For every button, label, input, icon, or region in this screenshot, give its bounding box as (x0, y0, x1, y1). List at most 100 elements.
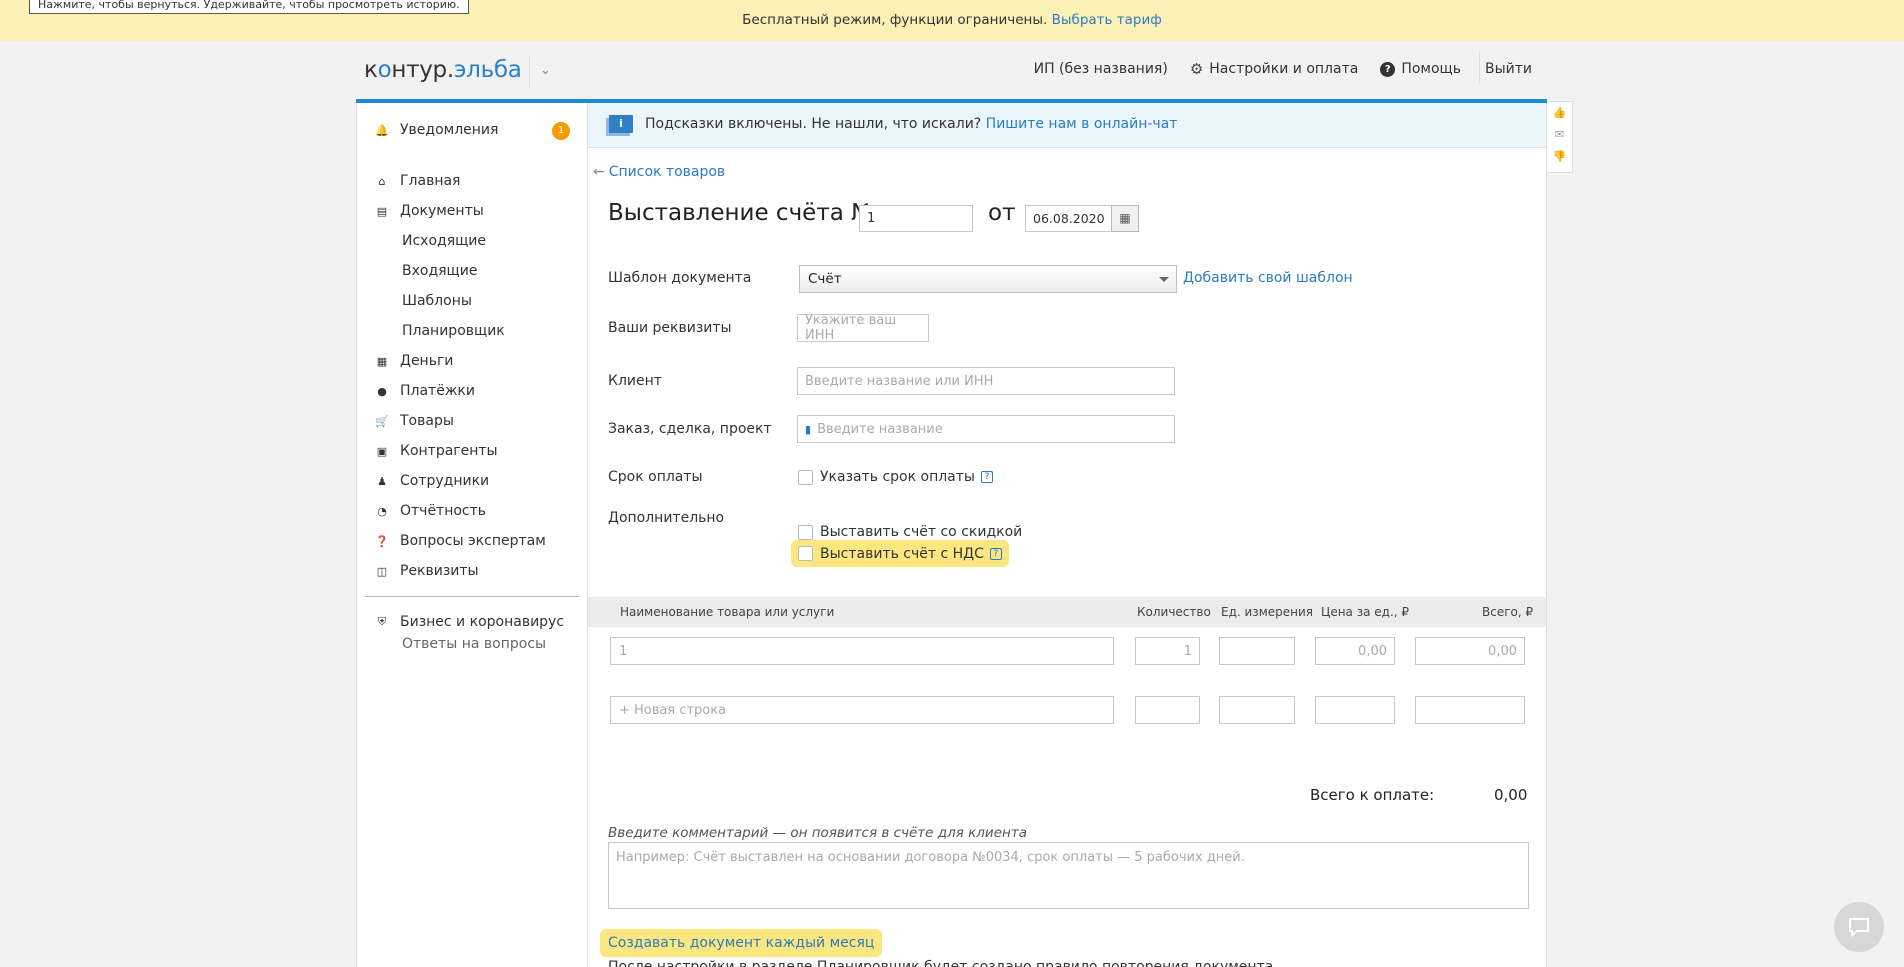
chat-button[interactable] (1834, 902, 1884, 952)
sidebar-item-money[interactable]: ▦ Деньги (375, 353, 454, 369)
due-label: Срок оплаты (608, 469, 703, 485)
template-select[interactable]: Счёт (799, 265, 1177, 293)
col-name-header: Наименование товара или услуги (620, 605, 835, 619)
product-switcher[interactable]: ⌄ (529, 57, 551, 87)
chevron-down-icon: ⌄ (540, 63, 551, 78)
logout-link[interactable]: Выйти (1485, 61, 1532, 77)
extra-label: Дополнительно (608, 510, 725, 526)
hint-text: Подсказки включены. Не нашли, что искали… (645, 116, 982, 132)
hints-banner: i Подсказки включены. Не нашли, что иска… (588, 103, 1546, 148)
document-icon: ▤ (376, 204, 388, 218)
chat-bubble-icon (1849, 918, 1869, 938)
main-content: i Подсказки включены. Не нашли, что иска… (587, 103, 1547, 967)
free-mode-text: Бесплатный режим, функции ограничены. (742, 12, 1048, 28)
help-link[interactable]: ? Помощь (1380, 61, 1461, 77)
client-label: Клиент (608, 373, 662, 389)
question-circle-icon: ❓ (375, 534, 389, 548)
sidebar-divider (365, 596, 579, 597)
new-row-unit-input[interactable] (1219, 696, 1295, 724)
thumbs-up-icon[interactable]: 👍 (1547, 102, 1572, 124)
template-label: Шаблон документа (608, 270, 752, 286)
header-divider (1479, 51, 1480, 83)
total-label: Всего к оплате: (1310, 786, 1435, 804)
order-label: Заказ, сделка, проект (608, 421, 772, 437)
cart-icon: 🛒 (375, 414, 389, 428)
online-chat-link[interactable]: Пишите нам в онлайн-чат (986, 116, 1178, 132)
sidebar-item-notifications[interactable]: 🔔 Уведомления (375, 122, 498, 138)
home-icon: ⌂ (378, 174, 386, 188)
col-qty-header: Количество (1137, 605, 1211, 619)
help-icon[interactable]: ? (980, 471, 993, 483)
items-table-header: Наименование товара или услуги Количеств… (588, 597, 1546, 627)
vat-checkbox[interactable] (798, 546, 813, 561)
report-icon: ◔ (377, 504, 387, 518)
new-row-price-input[interactable] (1315, 696, 1395, 724)
sidebar-item-goods[interactable]: 🛒 Товары (375, 413, 454, 429)
inn-input[interactable]: Укажите ваш ИНН (797, 313, 929, 343)
vat-checkbox-row[interactable]: Выставить счёт с НДС? (791, 540, 1009, 567)
sidebar-item-templates[interactable]: Шаблоны (402, 293, 472, 309)
logo[interactable]: контур.эльба (364, 57, 522, 83)
folder-icon: ▮ (805, 422, 812, 436)
requisites-label: Ваши реквизиты (608, 320, 732, 336)
dropdown-arrow-icon (1159, 277, 1169, 282)
calendar-icon[interactable]: ▦ (1111, 205, 1139, 232)
sidebar-item-outgoing[interactable]: Исходящие (402, 233, 486, 249)
back-tooltip: Нажмите, чтобы вернуться. Удерживайте, ч… (29, 0, 469, 14)
total-value: 0,00 (1494, 786, 1528, 804)
discount-checkbox[interactable] (798, 524, 813, 540)
invoice-number-input[interactable]: 1 (859, 205, 973, 232)
due-date-checkbox[interactable] (798, 469, 813, 485)
row1-qty-input[interactable]: 1 (1135, 637, 1200, 665)
row1-name-input[interactable]: 1 (610, 637, 1114, 665)
header: контур.эльба ⌄ ИП (без названия) ⚙ Настро… (356, 41, 1532, 100)
sidebar-item-main[interactable]: ⌂ Главная (375, 173, 461, 189)
new-row-input[interactable]: + Новая строка (610, 696, 1114, 724)
help-icon[interactable]: ? (989, 547, 1002, 560)
bell-icon: 🔔 (375, 123, 389, 137)
sidebar-item-covid[interactable]: ⛨ Бизнес и коронавирус (375, 614, 564, 630)
sidebar-item-documents[interactable]: ▤ Документы (375, 203, 484, 219)
discount-checkbox-row[interactable]: Выставить счёт со скидкой (798, 524, 1022, 540)
date-from-label: от (988, 200, 1016, 226)
row1-total-input[interactable]: 0,00 (1415, 637, 1525, 665)
back-to-goods-link[interactable]: ← Список товаров (593, 164, 725, 180)
sidebar-item-payments[interactable]: ● Платёжки (375, 383, 475, 399)
notification-badge: 1 (552, 122, 570, 140)
page-title: Выставление счёта № (608, 200, 876, 226)
sidebar: 🔔 Уведомления 1 ⌂ Главная ▤ Документы Исход… (356, 103, 587, 967)
gear-icon: ⚙ (1189, 60, 1204, 78)
repeat-monthly-link[interactable]: Создавать документ каждый месяц (600, 929, 883, 957)
shield-icon: ⛨ (377, 615, 387, 628)
invoice-date-input[interactable]: 06.08.2020 (1025, 205, 1112, 232)
sidebar-item-contractors[interactable]: ▣ Контрагенты (375, 443, 498, 459)
settings-link[interactable]: ⚙ Настройки и оплата (1190, 60, 1359, 78)
choose-tariff-link[interactable]: Выбрать тариф (1052, 12, 1162, 28)
row1-unit-input[interactable] (1219, 637, 1295, 665)
comment-textarea[interactable]: Например: Счёт выставлен на основании до… (608, 842, 1529, 909)
new-row-qty-input[interactable] (1135, 696, 1200, 724)
sidebar-item-planner[interactable]: Планировщик (402, 323, 505, 339)
sidebar-item-employees[interactable]: ♟ Сотрудники (375, 473, 489, 489)
add-template-link[interactable]: Добавить свой шаблон (1183, 270, 1353, 286)
row1-price-input[interactable]: 0,00 (1315, 637, 1395, 665)
sidebar-item-covid-faq[interactable]: Ответы на вопросы (402, 636, 546, 652)
order-input[interactable]: ▮ Введите название (797, 415, 1175, 443)
sidebar-item-reports[interactable]: ◔ Отчётность (375, 503, 486, 519)
org-name[interactable]: ИП (без названия) (1034, 61, 1168, 77)
col-total-header: Всего, ₽ (1482, 605, 1534, 619)
comment-label: Введите комментарий — он появится в счёт… (608, 825, 1027, 841)
sidebar-item-incoming[interactable]: Входящие (402, 263, 477, 279)
thumbs-down-icon[interactable]: 👎 (1547, 146, 1572, 168)
sidebar-item-experts[interactable]: ❓ Вопросы экспертам (375, 533, 546, 549)
new-row-total-input[interactable] (1415, 696, 1525, 724)
info-icon: i (609, 115, 633, 133)
money-icon: ▦ (376, 354, 388, 368)
person-icon: ♟ (377, 474, 387, 488)
feedback-panel: 👍 ✉ 👎 (1547, 101, 1573, 173)
due-date-checkbox-row[interactable]: Указать срок оплаты? (798, 469, 993, 485)
briefcase-icon: ▣ (376, 444, 388, 458)
mail-icon[interactable]: ✉ (1547, 124, 1572, 146)
sidebar-item-requisites[interactable]: ◫ Реквизиты (375, 563, 479, 579)
client-input[interactable]: Введите название или ИНН (797, 367, 1175, 395)
